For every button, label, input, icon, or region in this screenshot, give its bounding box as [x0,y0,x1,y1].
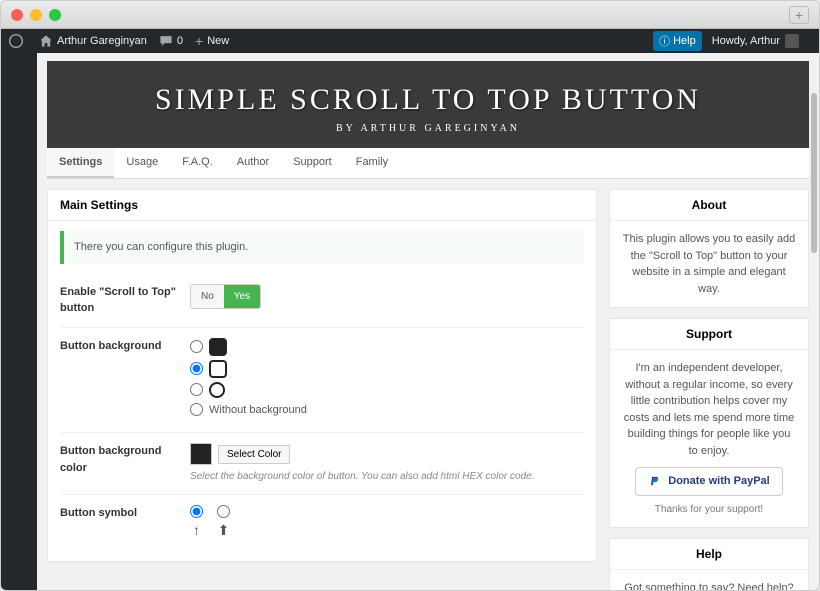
minimize-window-icon[interactable] [30,9,42,21]
select-color-button[interactable]: Select Color [218,445,290,464]
comments-link[interactable]: 0 [159,34,183,48]
swatch-outline-icon [209,360,227,378]
toggle-yes[interactable]: Yes [224,285,260,308]
main-settings-heading: Main Settings [48,190,596,221]
background-label: Button background [60,338,190,423]
bg-option-circle[interactable] [190,382,584,398]
tab-support[interactable]: Support [281,148,344,178]
arrow-up-icon: ↑ [193,520,200,541]
enable-toggle[interactable]: No Yes [190,284,261,309]
plugin-tabs: Settings Usage F.A.Q. Author Support Fam… [47,148,809,179]
symbol-label: Button symbol [60,505,190,541]
maximize-window-icon[interactable] [49,9,61,21]
about-box: About This plugin allows you to easily a… [609,189,809,308]
titlebar: + [1,1,819,29]
support-text: I'm an independent developer, without a … [622,360,796,459]
tab-faq[interactable]: F.A.Q. [170,148,225,178]
admin-sidebar[interactable] [1,53,37,591]
browser-window: + Arthur Gareginyan 0 +New ⓘHelp Howdy, … [0,0,820,591]
arrow-up-bold-icon: ⬆ [218,520,230,541]
tab-usage[interactable]: Usage [114,148,170,178]
thanks-text: Thanks for your support! [622,502,796,517]
plugin-byline: BY ARTHUR GAREGINYAN [57,123,799,134]
about-heading: About [610,190,808,221]
new-content-link[interactable]: +New [195,33,229,49]
bg-option-none[interactable]: Without background [190,402,584,419]
support-heading: Support [610,319,808,350]
scrollbar[interactable] [811,93,817,253]
donate-paypal-button[interactable]: Donate with PayPal [635,467,782,496]
new-tab-button[interactable]: + [789,6,809,24]
bgcolor-desc: Select the background color of button. Y… [190,469,584,484]
plugin-banner: SIMPLE SCROLL TO TOP BUTTON BY ARTHUR GA… [47,61,809,148]
tab-author[interactable]: Author [225,148,281,178]
avatar [785,34,799,48]
site-name-link[interactable]: Arthur Gareginyan [39,34,147,48]
color-preview [190,443,212,465]
symbol-option-1[interactable]: ↑ [190,505,203,541]
close-window-icon[interactable] [11,9,23,21]
swatch-black-icon [209,338,227,356]
help-button[interactable]: ⓘHelp [653,31,702,51]
help-heading: Help [610,539,808,570]
tab-settings[interactable]: Settings [47,148,114,178]
tab-family[interactable]: Family [344,148,400,178]
help-box: Help Got something to say? Need help? [609,538,809,591]
help-text: Got something to say? Need help? [610,570,808,591]
plugin-title: SIMPLE SCROLL TO TOP BUTTON [57,83,799,117]
bgcolor-label: Button background color [60,443,190,484]
config-notice: There you can configure this plugin. [60,231,584,264]
enable-label: Enable "Scroll to Top" button [60,284,190,317]
symbol-option-2[interactable]: ⬆ [217,505,230,541]
wp-adminbar: Arthur Gareginyan 0 +New ⓘHelp Howdy, Ar… [1,29,819,53]
paypal-icon [648,474,662,488]
bg-option-outline[interactable] [190,360,584,378]
support-box: Support I'm an independent developer, wi… [609,318,809,528]
wp-logo-icon[interactable] [9,34,27,48]
howdy-user[interactable]: Howdy, Arthur [712,34,799,48]
about-text: This plugin allows you to easily add the… [610,221,808,307]
toggle-no[interactable]: No [191,285,224,308]
content-area: SIMPLE SCROLL TO TOP BUTTON BY ARTHUR GA… [37,53,819,591]
main-settings-box: Main Settings There you can configure th… [47,189,597,562]
swatch-circle-icon [209,382,225,398]
bg-option-black[interactable] [190,338,584,356]
